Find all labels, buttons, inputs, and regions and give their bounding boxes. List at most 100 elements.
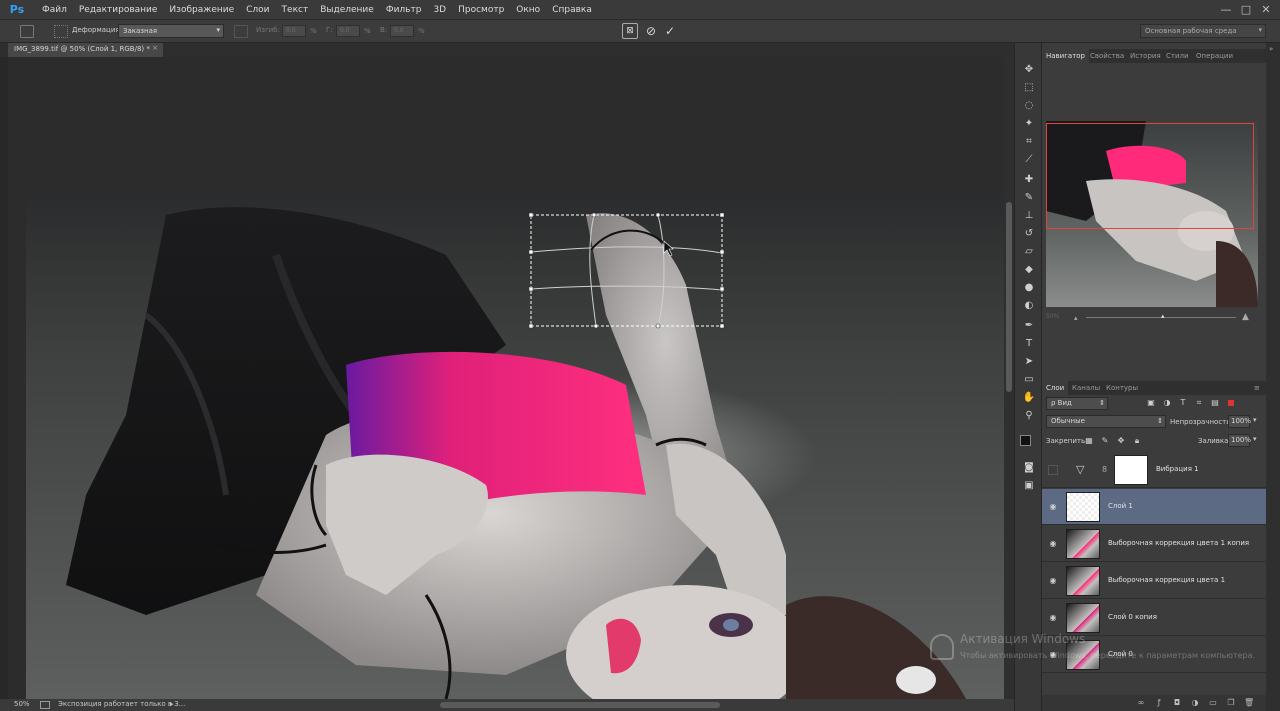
blur-tool-icon[interactable]: ● bbox=[1022, 281, 1036, 295]
cancel-transform-icon[interactable]: ⊘ bbox=[643, 23, 659, 39]
warp-mode-icon[interactable]: ⊠ bbox=[622, 23, 638, 39]
eraser-tool-icon[interactable]: ▱ bbox=[1022, 245, 1036, 259]
layer-name[interactable]: Вибрация 1 bbox=[1156, 465, 1199, 473]
zoom-in-icon[interactable]: ▲ bbox=[1242, 312, 1249, 322]
path-selection-tool-icon[interactable]: ➤ bbox=[1022, 355, 1036, 369]
screen-mode-icon[interactable]: ▣ bbox=[1022, 479, 1036, 493]
eyedropper-tool-icon[interactable]: ⟋ bbox=[1022, 153, 1036, 167]
eye-icon[interactable]: ◉ bbox=[1048, 502, 1058, 512]
fill-dropdown-icon[interactable]: ▾ bbox=[1253, 435, 1257, 443]
new-layer-icon[interactable]: ❐ bbox=[1226, 698, 1236, 708]
zoom-level[interactable]: 50% bbox=[14, 700, 30, 708]
brush-tool-icon[interactable]: ✎ bbox=[1022, 191, 1036, 205]
filter-shape-icon[interactable]: ⌗ bbox=[1194, 398, 1204, 408]
bend-field[interactable]: 0,0 bbox=[282, 25, 306, 37]
layer-row-layer-1[interactable]: ◉ Слой 1 bbox=[1042, 489, 1266, 525]
lock-transparent-icon[interactable]: ▦ bbox=[1084, 436, 1094, 446]
layer-name[interactable]: Выборочная коррекция цвета 1 копия bbox=[1108, 539, 1249, 547]
warp-style-select[interactable]: Заказная ▾ bbox=[118, 24, 224, 38]
layer-row-vibrance[interactable]: ▽ 8 Вибрация 1 bbox=[1042, 452, 1266, 488]
commit-transform-icon[interactable]: ✓ bbox=[662, 23, 678, 39]
new-adjustment-icon[interactable]: ◑ bbox=[1190, 698, 1200, 708]
tab-paths[interactable]: Контуры bbox=[1102, 381, 1142, 395]
tab-channels[interactable]: Каналы bbox=[1068, 381, 1104, 395]
layer-row-selective-color-copy[interactable]: ◉ Выборочная коррекция цвета 1 копия bbox=[1042, 526, 1266, 562]
zoom-tool-icon[interactable]: ⚲ bbox=[1022, 409, 1036, 423]
document-canvas[interactable] bbox=[8, 57, 1004, 699]
warp-grid-icon[interactable] bbox=[54, 25, 68, 38]
tab-navigator[interactable]: Навигатор bbox=[1042, 49, 1089, 63]
menu-help[interactable]: Справка bbox=[546, 5, 598, 15]
menu-select[interactable]: Выделение bbox=[314, 5, 380, 15]
menu-3d[interactable]: 3D bbox=[427, 5, 452, 15]
hand-tool-icon[interactable]: ✋ bbox=[1022, 391, 1036, 405]
tool-preset-icon[interactable] bbox=[20, 25, 34, 38]
maximize-button[interactable]: □ bbox=[1236, 0, 1256, 19]
menu-filter[interactable]: Фильтр bbox=[380, 5, 428, 15]
zoom-out-icon[interactable]: ▴ bbox=[1074, 314, 1078, 322]
filter-pixel-icon[interactable]: ▣ bbox=[1146, 398, 1156, 408]
tab-history[interactable]: История bbox=[1126, 49, 1165, 63]
lock-image-icon[interactable]: ✎ bbox=[1100, 436, 1110, 446]
collapse-panels-icon[interactable]: » bbox=[1269, 45, 1277, 55]
tab-layers[interactable]: Слои bbox=[1042, 381, 1069, 395]
healing-brush-tool-icon[interactable]: ✚ bbox=[1022, 173, 1036, 187]
navigator-view-box[interactable] bbox=[1046, 123, 1254, 229]
close-window-button[interactable]: ✕ bbox=[1256, 0, 1276, 19]
quick-mask-icon[interactable]: ◙ bbox=[1022, 461, 1036, 475]
crop-tool-icon[interactable]: ⌗ bbox=[1022, 135, 1036, 149]
navigator-zoom-slider[interactable]: 50% ▴ ▴ ▲ bbox=[1046, 312, 1258, 322]
status-arrow-icon[interactable]: ▸ bbox=[170, 700, 174, 708]
layer-row-layer-0-copy[interactable]: ◉ Слой 0 копия bbox=[1042, 600, 1266, 636]
lock-position-icon[interactable]: ✥ bbox=[1116, 436, 1126, 446]
close-tab-icon[interactable]: × bbox=[152, 44, 158, 52]
stamp-tool-icon[interactable]: ⊥ bbox=[1022, 209, 1036, 223]
visibility-toggle-empty[interactable] bbox=[1048, 465, 1058, 475]
horizontal-scroll-thumb[interactable] bbox=[440, 702, 720, 708]
blend-mode-select[interactable]: Обычные ⇕ bbox=[1046, 415, 1166, 428]
h-distort-field[interactable]: 0,0 bbox=[336, 25, 360, 37]
magic-wand-tool-icon[interactable]: ✦ bbox=[1022, 117, 1036, 131]
opacity-field[interactable]: 100% bbox=[1228, 415, 1251, 428]
tab-properties[interactable]: Свойства bbox=[1086, 49, 1128, 63]
new-group-icon[interactable]: ▭ bbox=[1208, 698, 1218, 708]
link-layers-icon[interactable]: ∞ bbox=[1136, 698, 1146, 708]
menu-view[interactable]: Просмотр bbox=[452, 5, 510, 15]
layer-name[interactable]: Выборочная коррекция цвета 1 bbox=[1108, 576, 1225, 584]
fill-field[interactable]: 100% bbox=[1228, 434, 1251, 447]
dodge-tool-icon[interactable]: ◐ bbox=[1022, 299, 1036, 313]
eye-icon[interactable]: ◉ bbox=[1048, 539, 1058, 549]
paint-bucket-tool-icon[interactable]: ◆ bbox=[1022, 263, 1036, 277]
vertical-scrollbar[interactable] bbox=[1004, 57, 1014, 699]
menu-layers[interactable]: Слои bbox=[240, 5, 275, 15]
warp-grid-overlay[interactable] bbox=[26, 195, 1004, 699]
marquee-tool-icon[interactable]: ⬚ bbox=[1022, 81, 1036, 95]
workspace-select[interactable]: Основная рабочая среда ▾ bbox=[1140, 24, 1266, 38]
navigator-preview[interactable] bbox=[1046, 121, 1258, 307]
filter-type-icon[interactable]: T bbox=[1178, 398, 1188, 408]
eye-icon[interactable]: ◉ bbox=[1048, 576, 1058, 586]
menu-edit[interactable]: Редактирование bbox=[73, 5, 164, 15]
foreground-color-swatch[interactable] bbox=[1020, 435, 1031, 446]
layer-name[interactable]: Слой 0 копия bbox=[1108, 613, 1157, 621]
layer-row-selective-color[interactable]: ◉ Выборочная коррекция цвета 1 bbox=[1042, 563, 1266, 599]
menu-type[interactable]: Текст bbox=[276, 5, 315, 15]
layer-name[interactable]: Слой 1 bbox=[1108, 502, 1133, 510]
chain-link-icon[interactable]: 8 bbox=[1102, 465, 1107, 474]
filter-smart-object-icon[interactable]: ▤ bbox=[1210, 398, 1220, 408]
eye-icon[interactable]: ◉ bbox=[1048, 613, 1058, 623]
document-tab[interactable]: IMG_3899.tif @ 50% (Слой 1, RGB/8) * × bbox=[8, 43, 163, 57]
filter-adjustment-icon[interactable]: ◑ bbox=[1162, 398, 1172, 408]
add-mask-icon[interactable]: ◘ bbox=[1172, 698, 1182, 708]
slider-knob-icon[interactable]: ▴ bbox=[1161, 312, 1165, 320]
minimize-button[interactable]: — bbox=[1216, 0, 1236, 19]
type-tool-icon[interactable]: T bbox=[1022, 337, 1036, 351]
panel-menu-icon[interactable]: ≡ bbox=[1250, 381, 1264, 395]
menu-file[interactable]: Файл bbox=[36, 5, 73, 15]
vertical-scroll-thumb[interactable] bbox=[1006, 202, 1012, 392]
lock-all-icon[interactable]: 🔒︎ bbox=[1132, 436, 1142, 446]
doc-info-icon[interactable] bbox=[40, 701, 50, 709]
menu-window[interactable]: Окно bbox=[510, 5, 546, 15]
lasso-tool-icon[interactable]: ◌ bbox=[1022, 99, 1036, 113]
opacity-dropdown-icon[interactable]: ▾ bbox=[1253, 416, 1257, 424]
